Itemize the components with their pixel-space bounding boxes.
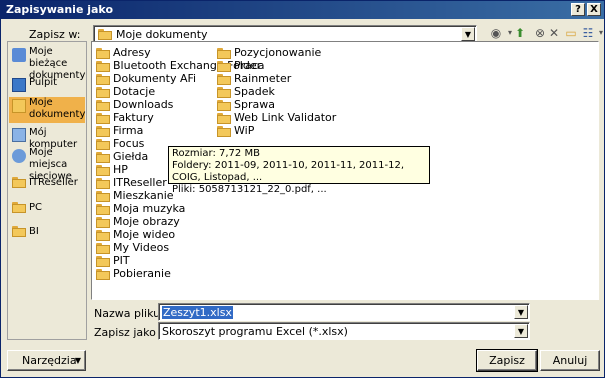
list-item[interactable]: Faktury xyxy=(96,111,154,124)
place-pc[interactable]: PC xyxy=(9,201,85,215)
list-item[interactable]: Moje wideo xyxy=(96,228,175,241)
folder-info-tooltip: Rozmiar: 7,72 MB Foldery: 2011-09, 2011-… xyxy=(168,146,430,195)
filename-value: Zeszyt1.xlsx xyxy=(162,306,233,319)
folder-icon xyxy=(96,268,110,280)
video-folder-icon xyxy=(96,229,110,241)
list-item[interactable]: My Videos xyxy=(96,241,169,254)
folder-icon xyxy=(96,86,110,98)
folder-icon xyxy=(96,73,110,85)
tooltip-files: Pliki: 5058713121_22_0.pdf, ... xyxy=(172,184,327,195)
save-in-label: Zapisz w: xyxy=(29,28,81,41)
list-item[interactable]: Giełda xyxy=(96,150,148,163)
list-item[interactable]: Rainmeter xyxy=(217,72,291,85)
list-item[interactable]: Dokumenty AFi xyxy=(96,72,196,85)
save-as-dialog: Zapisywanie jako ? X Zapisz w: Moje doku… xyxy=(0,0,605,378)
new-folder-icon[interactable]: ▭ xyxy=(563,25,579,41)
list-item[interactable]: Moje obrazy xyxy=(96,215,180,228)
title-bar: Zapisywanie jako ? X xyxy=(1,1,604,19)
folder-icon xyxy=(217,125,231,137)
list-item[interactable]: Sprawa xyxy=(217,98,275,111)
filetype-select[interactable]: Skoroszyt programu Excel (*.xlsx) ▼ xyxy=(158,322,530,340)
folder-icon xyxy=(96,177,110,189)
list-item[interactable]: Downloads xyxy=(96,98,173,111)
folder-icon xyxy=(217,60,231,72)
list-item[interactable]: Mieszkanie xyxy=(96,189,174,202)
cancel-button[interactable]: Anuluj xyxy=(540,350,600,371)
list-item[interactable]: Moja muzyka xyxy=(96,202,185,215)
tooltip-folders: Foldery: 2011-09, 2011-10, 2011-11, 2011… xyxy=(172,160,405,183)
place-bi[interactable]: BI xyxy=(9,225,85,239)
folder-icon xyxy=(96,60,110,72)
list-item[interactable]: Pozycjonowanie xyxy=(217,46,321,59)
tooltip-size: Rozmiar: 7,72 MB xyxy=(172,148,260,159)
place-network-places[interactable]: Moje miejsca sieciowe xyxy=(9,147,85,182)
tools-button-label: Narzędzia xyxy=(22,354,77,367)
network-places-icon xyxy=(12,149,26,163)
save-in-value: Moje dokumenty xyxy=(116,28,208,41)
list-item[interactable]: WiP xyxy=(217,124,254,137)
list-item[interactable]: Firma xyxy=(96,124,143,137)
folder-icon xyxy=(96,190,110,202)
list-item[interactable]: Web Link Validator xyxy=(217,111,336,124)
dialog-title: Zapisywanie jako xyxy=(6,3,114,16)
dropdown-arrow-icon[interactable]: ▼ xyxy=(514,305,528,319)
folder-icon xyxy=(217,47,231,59)
close-button[interactable]: X xyxy=(587,3,601,16)
folder-icon xyxy=(96,151,110,163)
list-item[interactable]: Praca xyxy=(217,59,265,72)
tools-button[interactable]: Narzędzia ▼ xyxy=(7,350,86,371)
folder-icon xyxy=(98,29,112,40)
folder-icon xyxy=(96,242,110,254)
folder-icon xyxy=(96,99,110,111)
folder-icon xyxy=(12,177,26,188)
save-button[interactable]: Zapisz xyxy=(476,349,538,372)
folder-icon xyxy=(12,202,26,213)
recent-documents-icon xyxy=(12,48,26,62)
folder-icon xyxy=(12,226,26,237)
dropdown-arrow-icon[interactable]: ▼ xyxy=(514,324,528,338)
my-computer-icon xyxy=(12,128,26,142)
my-documents-icon xyxy=(12,99,26,113)
folder-icon xyxy=(96,255,110,267)
folder-icon xyxy=(217,99,231,111)
up-folder-icon[interactable]: ⬆ xyxy=(512,25,528,41)
list-item[interactable]: PIT xyxy=(96,254,130,267)
pictures-folder-icon xyxy=(96,216,110,228)
folder-icon xyxy=(217,73,231,85)
place-my-documents[interactable]: Moje dokumenty xyxy=(9,97,85,123)
list-item[interactable]: Spadek xyxy=(217,85,275,98)
folder-icon xyxy=(96,47,110,59)
list-item[interactable]: Adresy xyxy=(96,46,151,59)
list-item[interactable]: Focus xyxy=(96,137,144,150)
folder-icon xyxy=(217,86,231,98)
music-folder-icon xyxy=(96,203,110,215)
list-item[interactable]: HP xyxy=(96,163,128,176)
folder-icon xyxy=(96,125,110,137)
desktop-icon xyxy=(12,78,26,92)
filename-label: Nazwa pliku: xyxy=(94,307,164,320)
dropdown-arrow-icon[interactable]: ▼ xyxy=(461,27,475,41)
list-item[interactable]: Dotacje xyxy=(96,85,155,98)
list-item[interactable]: ITReseller xyxy=(96,176,167,189)
folder-icon xyxy=(96,164,110,176)
chevron-down-icon: ▼ xyxy=(74,356,81,365)
folder-icon xyxy=(96,112,110,124)
folder-icon xyxy=(96,138,110,150)
help-button[interactable]: ? xyxy=(571,3,585,16)
filename-input[interactable]: Zeszyt1.xlsx ▼ xyxy=(158,303,530,321)
place-my-computer[interactable]: Mój komputer xyxy=(9,126,85,150)
views-dropdown-icon[interactable]: ▾ xyxy=(593,25,605,41)
delete-icon[interactable]: ✕ xyxy=(546,25,562,41)
folder-icon xyxy=(217,112,231,124)
places-bar: Moje bieżące dokumenty Pulpit Moje dokum… xyxy=(7,41,87,340)
place-itreseller[interactable]: ITReseller xyxy=(9,176,85,190)
place-recent-documents[interactable]: Moje bieżące dokumenty xyxy=(9,46,85,81)
list-item[interactable]: Pobieranie xyxy=(96,267,171,280)
filetype-value: Skoroszyt programu Excel (*.xlsx) xyxy=(162,325,348,338)
place-desktop[interactable]: Pulpit xyxy=(9,76,85,92)
